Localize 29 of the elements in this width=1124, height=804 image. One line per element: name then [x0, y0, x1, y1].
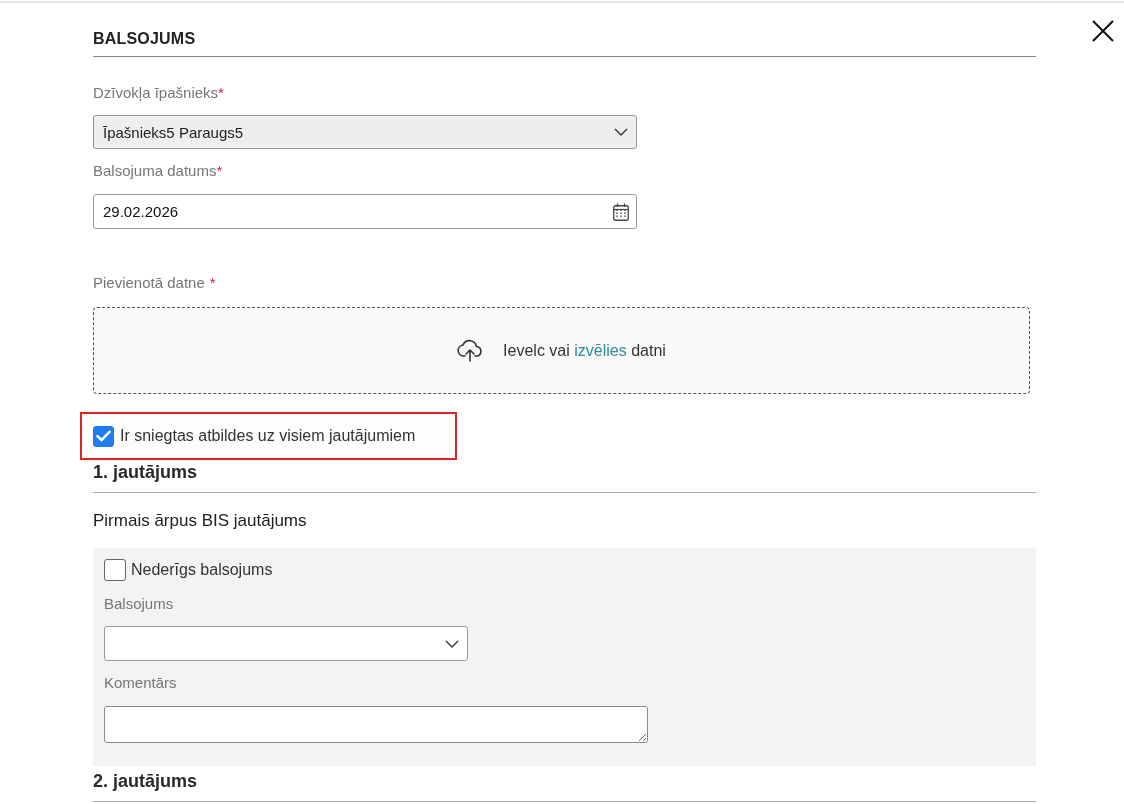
upload-prompt: Ievelc vai izvēlies datni — [503, 341, 666, 360]
chevron-down-icon — [445, 639, 459, 648]
checkbox-label: Ir sniegtas atbildes uz visiem jautājumiem — [120, 426, 416, 446]
choose-file-link[interactable]: izvēlies — [574, 341, 627, 359]
cloud-upload-icon — [457, 339, 484, 362]
chevron-down-icon — [614, 128, 628, 136]
dialog-title: BALSOJUMS — [93, 29, 196, 49]
required-mark: * — [209, 274, 216, 292]
question-heading: 1. jautājums — [93, 461, 198, 483]
vote-select[interactable] — [104, 626, 468, 661]
checkbox[interactable] — [104, 559, 126, 581]
checkmark-icon — [96, 430, 111, 442]
required-mark: * — [216, 162, 223, 180]
field-label: Pievienotā datne — [93, 274, 205, 292]
checkbox-label: Nederīgs balsojums — [131, 560, 273, 580]
checkbox[interactable] — [93, 425, 114, 447]
field-label: Komentārs — [104, 674, 177, 692]
file-drop-zone[interactable]: Ievelc vai izvēlies datni — [93, 307, 1030, 394]
close-button[interactable] — [1092, 20, 1114, 42]
close-icon — [1092, 20, 1114, 42]
comment-field[interactable] — [104, 706, 648, 743]
calendar-icon — [613, 202, 629, 221]
field-label: Balsojums — [104, 595, 174, 613]
question-text: Pirmais ārpus BIS jautājums — [93, 510, 307, 532]
date-field[interactable]: 29.02.2026 — [93, 194, 637, 229]
field-label: Dzīvokļa īpašnieks — [93, 84, 219, 102]
required-mark: * — [218, 84, 224, 102]
field-label: Balsojuma datums — [93, 162, 217, 180]
question-heading: 2. jautājums — [93, 770, 198, 792]
